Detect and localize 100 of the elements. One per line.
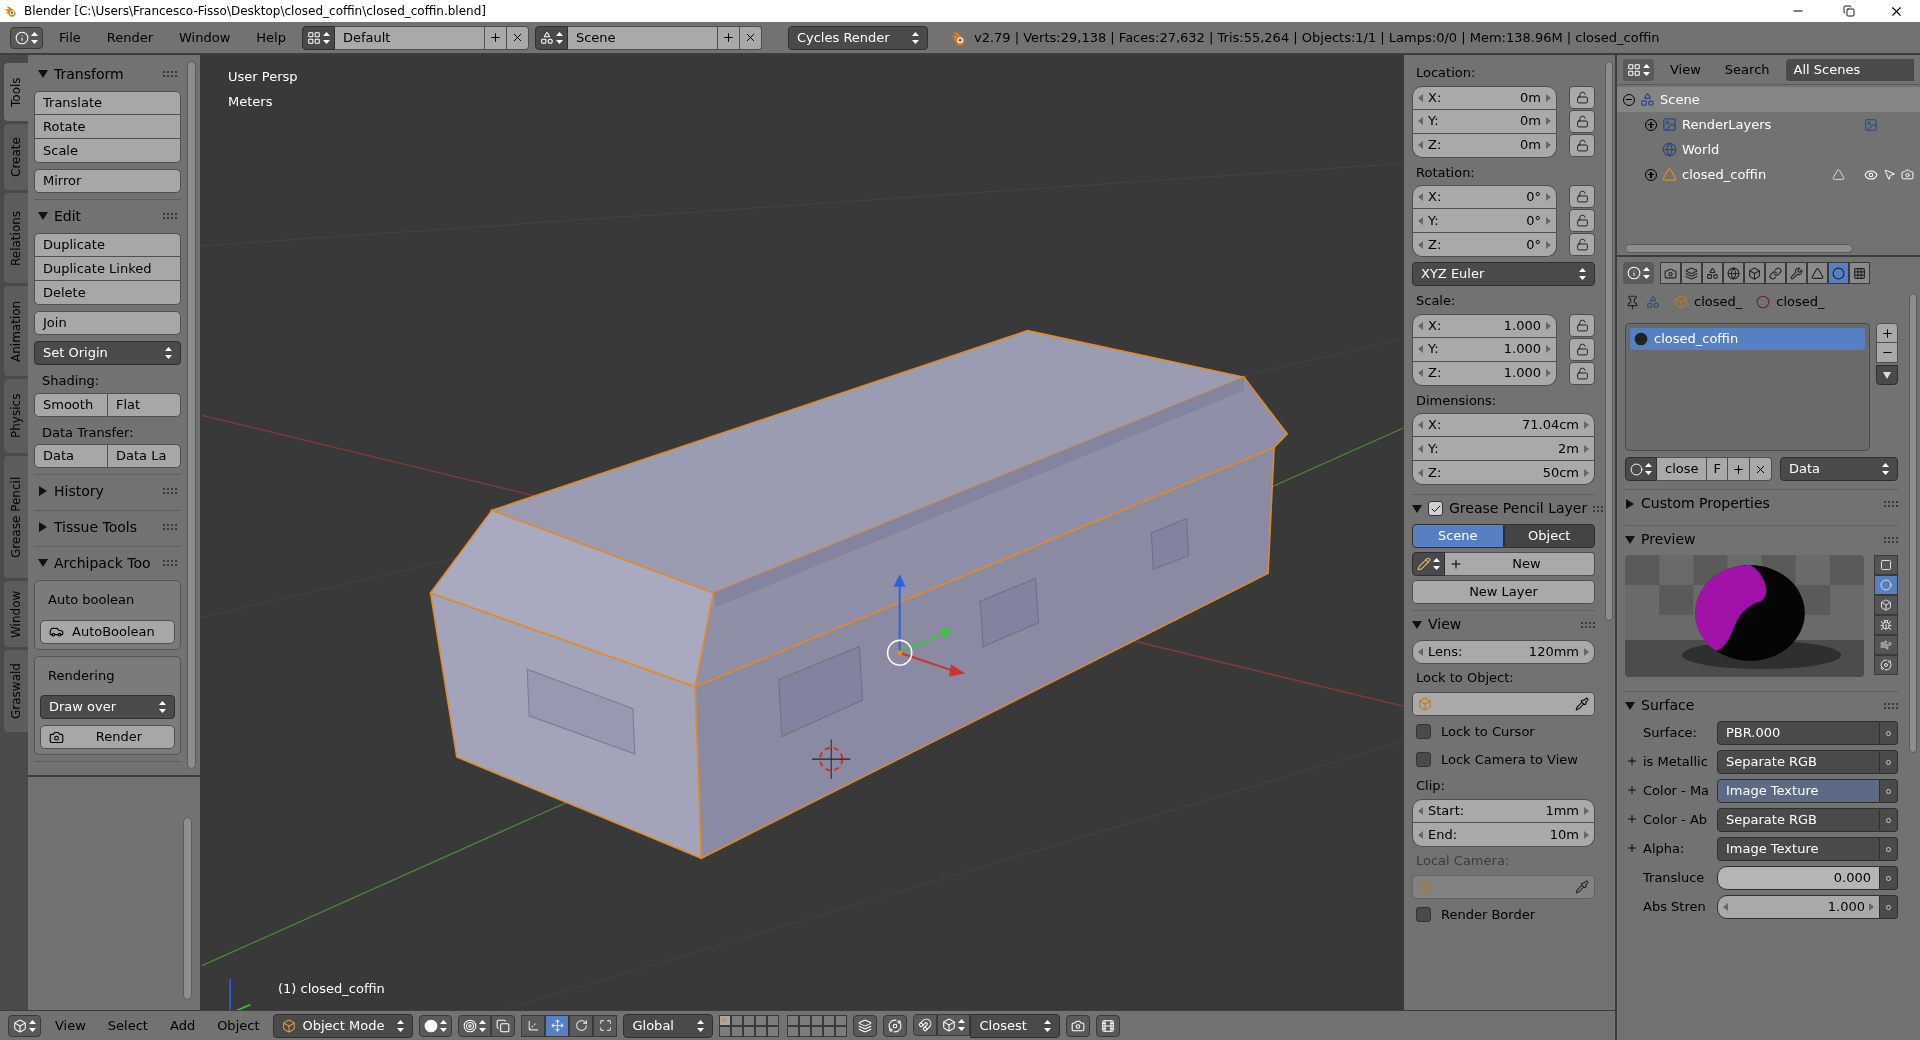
- dropdown[interactable]: Draw over: [40, 695, 175, 719]
- number-field[interactable]: Z: 0°: [1412, 233, 1557, 257]
- number-field[interactable]: 1.000: [1717, 895, 1880, 919]
- mode-dropdown[interactable]: Object Mode: [273, 1013, 414, 1038]
- layout-name-field[interactable]: Default: [334, 25, 485, 50]
- tool-button[interactable]: AutoBoolean: [40, 619, 175, 644]
- panel-title[interactable]: History: [54, 480, 157, 502]
- display-mode-dropdown[interactable]: All Scenes: [1785, 58, 1914, 81]
- number-field[interactable]: Y: 0m: [1412, 109, 1557, 134]
- vertical-tab[interactable]: Tools: [4, 63, 28, 121]
- node-link-dropdown[interactable]: Separate RGB: [1717, 750, 1880, 774]
- number-field[interactable]: End: 10m: [1412, 823, 1595, 847]
- tool-button[interactable]: Mirror: [34, 169, 181, 193]
- menu-item[interactable]: File: [49, 27, 91, 48]
- panel-title[interactable]: Tissue Tools: [54, 516, 157, 538]
- fake-user-button[interactable]: F: [1707, 457, 1728, 481]
- menu-item[interactable]: Window: [169, 27, 241, 48]
- number-field[interactable]: Z: 50cm: [1412, 461, 1595, 485]
- group-label: Location:: [1415, 64, 1477, 82]
- node-link-dropdown[interactable]: PBR.000: [1717, 721, 1880, 745]
- outliner-item[interactable]: World: [1682, 139, 1720, 160]
- panel-title[interactable]: Transform: [54, 63, 157, 85]
- number-field[interactable]: Z: 0m: [1412, 133, 1557, 158]
- 3d-viewport[interactable]: User Persp Meters (1) closed_coffin: [200, 55, 1403, 1010]
- panel-title[interactable]: Surface: [1641, 695, 1878, 716]
- input-label: Abs Stren: [1643, 898, 1707, 917]
- menu-item[interactable]: Select: [99, 1015, 156, 1036]
- view-name: User Persp: [228, 68, 298, 86]
- number-field[interactable]: Y: 0°: [1412, 209, 1557, 233]
- menu-item[interactable]: Search: [1716, 59, 1778, 80]
- outliner-item[interactable]: RenderLayers: [1682, 114, 1772, 135]
- node-link-dropdown[interactable]: Image Texture: [1717, 779, 1880, 803]
- panel-title[interactable]: Custom Properties: [1641, 493, 1878, 514]
- number-field[interactable]: Start: 1mm: [1412, 799, 1595, 823]
- number-field[interactable]: X: 0m: [1412, 85, 1557, 110]
- lens-field[interactable]: Lens: 120mm: [1412, 640, 1595, 664]
- menu-item[interactable]: Add: [161, 1015, 204, 1036]
- material-name-field[interactable]: close: [1657, 457, 1708, 481]
- outliner-item[interactable]: Scene: [1660, 89, 1700, 110]
- link-dropdown[interactable]: Data: [1779, 457, 1898, 481]
- node-link-dropdown[interactable]: Separate RGB: [1717, 808, 1880, 832]
- tool-button[interactable]: Scale: [34, 139, 181, 163]
- tool-button[interactable]: Render: [40, 725, 175, 749]
- number-field[interactable]: Z: 1.000: [1412, 361, 1557, 386]
- menu-item[interactable]: View: [1662, 59, 1709, 80]
- tool-button[interactable]: Flat: [108, 392, 181, 417]
- render-engine-dropdown[interactable]: Cycles Render: [787, 25, 928, 50]
- menu-item[interactable]: Object: [209, 1015, 268, 1036]
- snap-target-dropdown[interactable]: Closest: [970, 1013, 1061, 1038]
- menu-item[interactable]: Help: [246, 27, 296, 48]
- orientation-dropdown[interactable]: Global: [623, 1013, 714, 1038]
- tool-button[interactable]: Join: [34, 311, 181, 335]
- material-slot[interactable]: closed_coffin: [1630, 328, 1865, 350]
- number-field[interactable]: X: 0°: [1412, 185, 1557, 209]
- panel-title[interactable]: Archipack Too: [54, 552, 157, 574]
- tool-button[interactable]: Smooth: [34, 392, 108, 417]
- tool-button[interactable]: Data La: [108, 444, 181, 468]
- breadcrumb-item[interactable]: closed_: [1694, 292, 1743, 312]
- number-field[interactable]: X: 71.04cm: [1412, 413, 1595, 437]
- new-button[interactable]: New: [1445, 552, 1595, 576]
- outliner-row[interactable]: closed_coffin: [1617, 162, 1920, 187]
- number-field[interactable]: Y: 2m: [1412, 437, 1595, 461]
- menu-item[interactable]: View: [47, 1015, 94, 1036]
- dropdown[interactable]: XYZ Euler: [1412, 262, 1595, 286]
- panel-title[interactable]: Grease Pencil Layer: [1449, 498, 1588, 519]
- tool-button[interactable]: Duplicate: [34, 233, 181, 257]
- field-label: Clip:: [1415, 776, 1446, 795]
- group-label: Scale:: [1415, 292, 1457, 310]
- checkbox-label[interactable]: Lock Camera to View: [1441, 749, 1578, 770]
- outliner-row[interactable]: World: [1617, 137, 1920, 162]
- checkbox-label[interactable]: Lock to Cursor: [1441, 721, 1535, 742]
- outliner-row[interactable]: RenderLayers: [1617, 112, 1920, 137]
- slider-field[interactable]: 0.000: [1717, 866, 1880, 890]
- group-label: Rotation:: [1415, 163, 1476, 182]
- tool-button[interactable]: Delete: [34, 281, 181, 305]
- tool-button[interactable]: Rotate: [34, 115, 181, 139]
- number-field[interactable]: Y: 1.000: [1412, 337, 1557, 362]
- dropdown[interactable]: Set Origin: [34, 341, 181, 365]
- panel-title[interactable]: Preview: [1641, 529, 1878, 550]
- menu-item[interactable]: Render: [96, 27, 164, 48]
- new-layer-button[interactable]: New Layer: [1412, 580, 1595, 604]
- outliner-row[interactable]: Scene: [1617, 87, 1920, 112]
- breadcrumb-item[interactable]: closed_: [1776, 292, 1825, 312]
- scene-name-field[interactable]: Scene: [567, 25, 718, 50]
- input-label: is Metallic: [1643, 753, 1709, 772]
- tool-button[interactable]: Translate: [34, 91, 181, 115]
- panel-title[interactable]: View: [1428, 614, 1575, 635]
- group-label: Dimensions:: [1415, 391, 1498, 410]
- tool-button[interactable]: Duplicate Linked: [34, 257, 181, 281]
- units-label: Meters: [228, 93, 273, 111]
- object-label: (1) closed_coffin: [278, 979, 385, 998]
- input-label: Surface:: [1643, 724, 1698, 743]
- panel-title[interactable]: Edit: [54, 205, 157, 227]
- number-field[interactable]: X: 1.000: [1412, 313, 1557, 338]
- tab[interactable]: Object: [1503, 524, 1595, 548]
- outliner-item[interactable]: closed_coffin: [1682, 164, 1767, 185]
- tool-button[interactable]: Data: [34, 444, 108, 468]
- checkbox-label[interactable]: Render Border: [1441, 904, 1535, 925]
- node-link-dropdown[interactable]: Image Texture: [1717, 837, 1880, 861]
- tab[interactable]: Scene: [1412, 524, 1504, 548]
